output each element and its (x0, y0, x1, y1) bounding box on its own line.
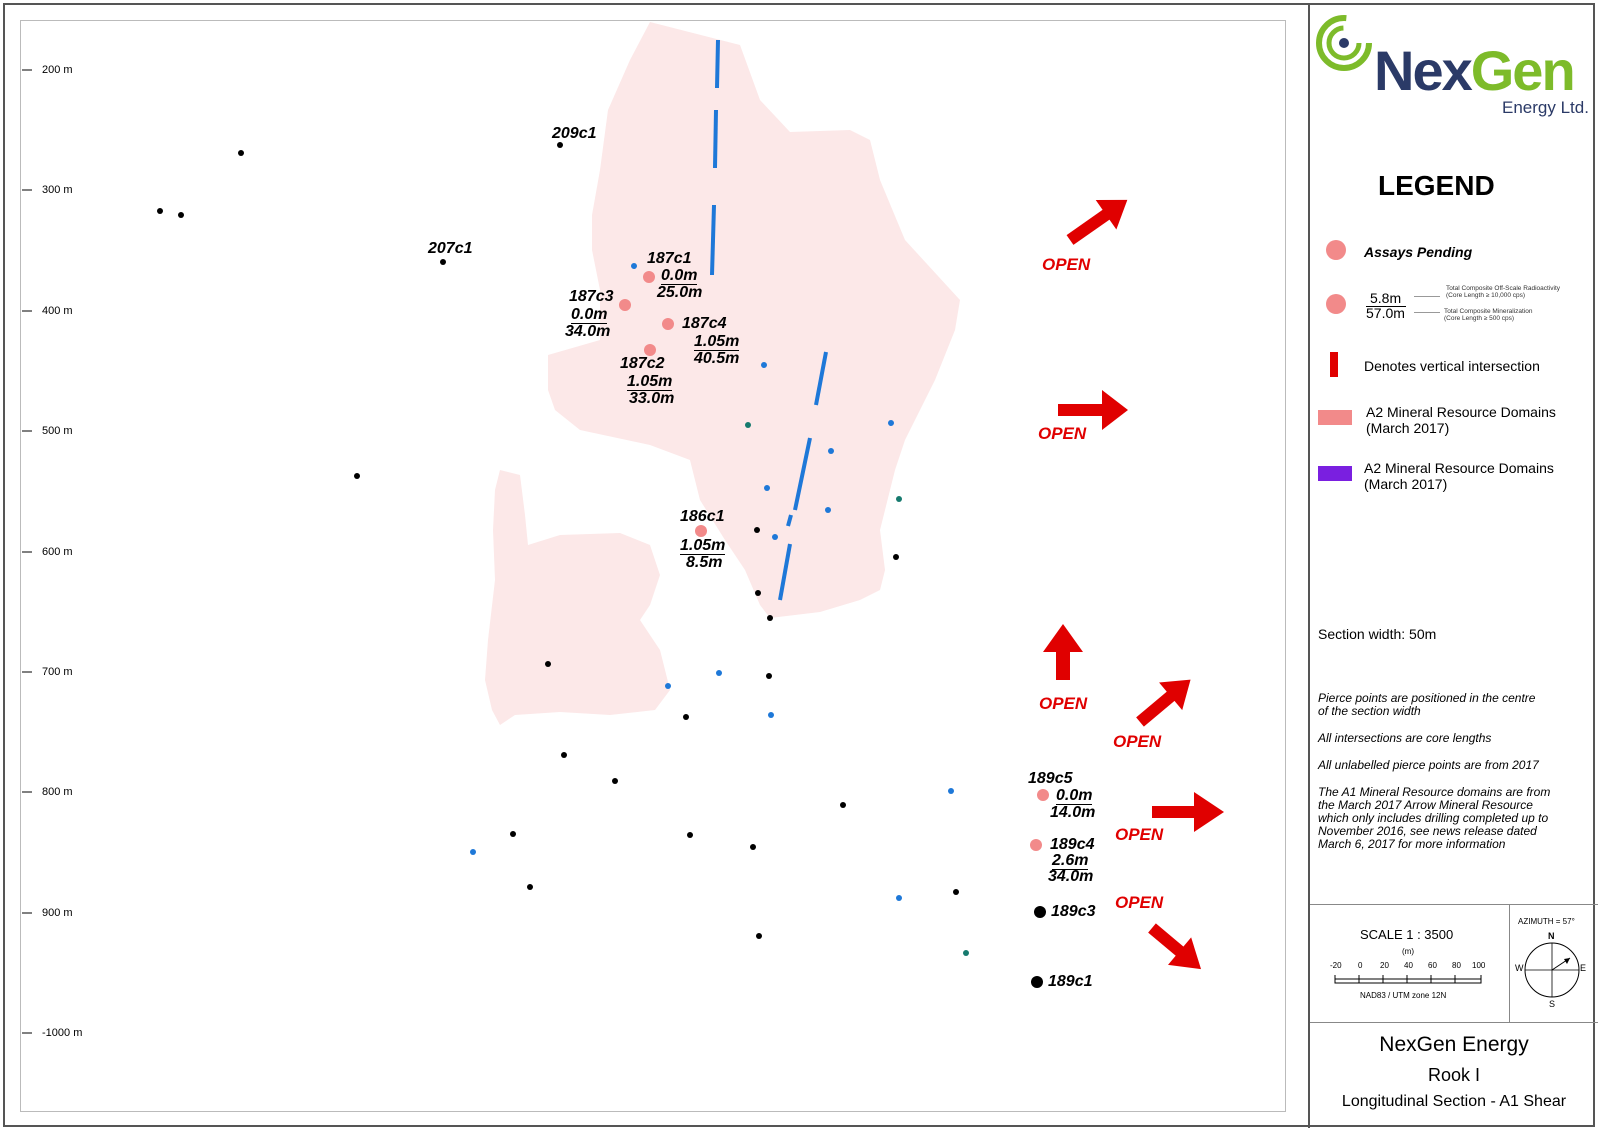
hole-mineral-187c2: 33.0m (629, 390, 675, 407)
section-width: Section width: 50m (1318, 626, 1437, 642)
scale-tick-m20: -20 (1330, 961, 1342, 970)
legend-a2-domains-1: A2 Mineral Resource Domains (1366, 404, 1556, 420)
depth-label-500: 500 m (42, 425, 73, 437)
open-label-2: OPEN (1038, 424, 1087, 443)
company-logo-text: NexGen (1374, 38, 1576, 103)
logo-subtitle: Energy Ltd. (1502, 98, 1589, 117)
depth-label-300: 300 m (42, 184, 73, 196)
hole-label-186c1: 186c1 (680, 508, 725, 525)
depth-ticks (22, 69, 32, 1034)
scale-tick-0: 0 (1358, 961, 1363, 970)
hole-mineral-187c4: 40.5m (694, 350, 740, 367)
hole-offscale-187c1: 0.0m (661, 267, 698, 285)
composite-example-swatch (1326, 294, 1346, 314)
depth-label-400: 400 m (42, 305, 73, 317)
logo-nex: Nex (1374, 39, 1473, 102)
legend-example-offscale: 5.8m (1370, 290, 1402, 306)
scale-unit: (m) (1402, 947, 1414, 956)
hole-label-189c3: 189c3 (1051, 903, 1096, 920)
note-line-2: of the section width (1318, 704, 1421, 718)
logo-gen: Gen (1470, 39, 1576, 102)
depth-label-600: 600 m (42, 546, 73, 558)
scale-box: SCALE 1 : 3500 (m) -20 0 20 40 60 80 100… (1310, 904, 1510, 1022)
hole-label-189c5: 189c5 (1028, 770, 1073, 787)
depth-label-800: 800 m (42, 786, 73, 798)
open-label-3: OPEN (1039, 694, 1088, 713)
hole-mineral-189c5: 14.0m (1050, 804, 1096, 821)
legend-title: LEGEND (1378, 170, 1495, 201)
scale-tick-20: 20 (1380, 961, 1389, 970)
compass-rose-icon (1524, 942, 1580, 998)
open-label-1: OPEN (1042, 255, 1091, 274)
azimuth-box: AZIMUTH = 57° N W E S (1510, 904, 1598, 1022)
scale-tick-100: 100 (1472, 961, 1486, 970)
hole-offscale-187c2: 1.05m (627, 373, 673, 391)
title-project: Rook I (1427, 1065, 1481, 1085)
hole-mineral-187c1: 25.0m (657, 284, 703, 301)
legend-vertical-intersection: Denotes vertical intersection (1364, 358, 1540, 374)
scale-datum: NAD83 / UTM zone 12N (1360, 991, 1447, 1000)
title-company: NexGen Energy (1379, 1033, 1529, 1056)
azimuth-label: AZIMUTH = 57° (1518, 917, 1575, 926)
hole-offscale-186c1: 1.05m (680, 537, 726, 555)
resource-domain-upper (548, 22, 960, 618)
legend-panel: NexGen Energy Ltd. LEGEND Assays Pending… (1308, 4, 1598, 1128)
depth-label-1000: -1000 m (42, 1027, 83, 1039)
hole-mineral-187c3: 34.0m (565, 323, 611, 340)
open-label-5: OPEN (1115, 825, 1164, 844)
legend-a2-domains-2: (March 2017) (1366, 420, 1450, 436)
legend-assays-pending: Assays Pending (1364, 244, 1473, 260)
hole-mineral-189c4: 34.0m (1048, 868, 1094, 885)
note-line-9: March 6, 2017 for more information (1318, 837, 1506, 851)
scale-tick-40: 40 (1404, 961, 1413, 970)
vertical-intersection-swatch (1330, 352, 1338, 377)
nexgen-logo-icon (1316, 15, 1372, 71)
hole-label-187c3: 187c3 (569, 288, 614, 305)
title-block: NexGen Energy Rook I Longitudinal Sectio… (1310, 1022, 1598, 1128)
scale-bar (1334, 975, 1482, 984)
legend-leader-1 (1414, 296, 1440, 297)
legend-a2-domains-b-1: A2 Mineral Resource Domains (1364, 460, 1554, 476)
legend-mineral-note-1: Total Composite Mineralization (1444, 308, 1533, 315)
title-section: Longitudinal Section - A1 Shear (1341, 1093, 1567, 1110)
legend-mineral-note-2: (Core Length ≥ 500 cps) (1444, 315, 1515, 322)
note-line-3: All intersections are core lengths (1318, 731, 1492, 745)
open-label-6: OPEN (1115, 893, 1164, 912)
hole-mineral-186c1: 8.5m (686, 554, 723, 571)
legend-leader-2 (1414, 312, 1440, 313)
legend-offscale-note-1: Total Composite Off-Scale Radioactivity (1446, 285, 1561, 292)
note-line-4: All unlabelled pierce points are from 20… (1318, 758, 1539, 772)
scale-tick-60: 60 (1428, 961, 1437, 970)
hole-label-187c1: 187c1 (647, 250, 692, 267)
legend-a2-domains-b-2: (March 2017) (1364, 476, 1448, 492)
hole-offscale-187c3: 0.0m (571, 306, 608, 324)
depth-label-200: 200 m (42, 64, 73, 76)
legend-offscale-note-2: (Core Length ≥ 10,000 cps) (1446, 292, 1526, 299)
depth-label-900: 900 m (42, 907, 73, 919)
hole-label-207c1: 207c1 (428, 240, 473, 257)
legend-example-mineral: 57.0m (1366, 305, 1405, 321)
hole-label-189c4: 189c4 (1050, 836, 1095, 853)
hole-label-187c4: 187c4 (682, 315, 727, 332)
hole-label-187c2: 187c2 (620, 355, 665, 372)
resource-domain-lower (485, 470, 670, 725)
depth-label-700: 700 m (42, 666, 73, 678)
assays-pending-swatch (1326, 240, 1346, 260)
hole-offscale-187c4: 1.05m (694, 333, 740, 351)
hole-label-189c1: 189c1 (1048, 973, 1093, 990)
scale-tick-80: 80 (1452, 961, 1461, 970)
open-label-4: OPEN (1113, 732, 1162, 751)
a2-domain-swatch-purple (1318, 466, 1352, 481)
hole-offscale-189c5: 0.0m (1056, 787, 1093, 805)
scale-label: SCALE 1 : 3500 (1360, 927, 1454, 942)
hole-label-209c1: 209c1 (552, 125, 597, 142)
a2-domain-swatch-pink (1318, 410, 1352, 425)
